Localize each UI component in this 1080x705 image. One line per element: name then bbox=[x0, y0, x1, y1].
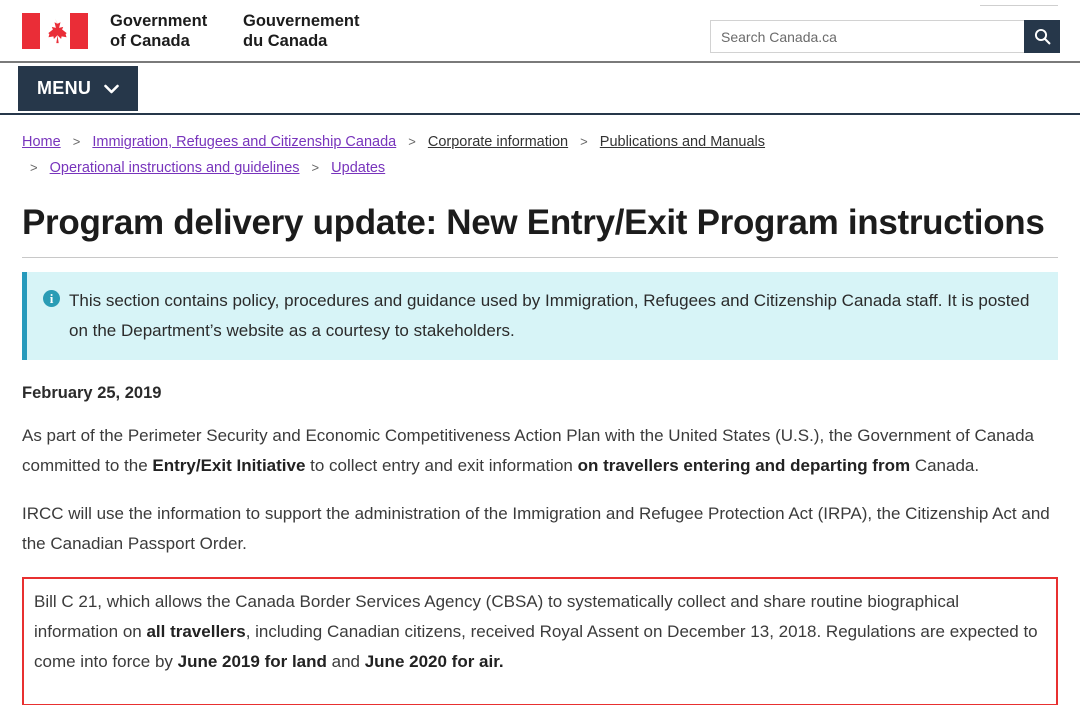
search-bar bbox=[710, 20, 1060, 53]
language-toggle[interactable] bbox=[980, 0, 1058, 6]
paragraph1-bold1: Entry/Exit Initiative bbox=[152, 456, 306, 476]
breadcrumb-separator: > bbox=[580, 134, 588, 149]
info-callout-line1: This section contains policy, procedures… bbox=[69, 291, 943, 311]
breadcrumb-separator: > bbox=[72, 134, 81, 149]
main-content: Program delivery update: New Entry/Exit … bbox=[0, 203, 1080, 705]
page-title: Program delivery update: New Entry/Exit … bbox=[22, 203, 1058, 259]
breadcrumb-item-corporate-information[interactable]: Corporate information bbox=[428, 134, 568, 150]
search-icon bbox=[1034, 28, 1050, 45]
breadcrumb-separator: > bbox=[30, 160, 38, 175]
highlight-bold3: June 2020 for air. bbox=[364, 652, 504, 672]
highlight-part3: and bbox=[326, 652, 365, 672]
info-callout: i This section contains policy, procedur… bbox=[22, 272, 1058, 361]
menu-button-label: MENU bbox=[37, 78, 92, 98]
paragraph1-bold2: on travellers entering and departing fro… bbox=[577, 456, 911, 476]
paragraph1-part3: Canada. bbox=[910, 456, 980, 476]
breadcrumb-separator: > bbox=[408, 134, 416, 149]
brand-en-line2: of Canada bbox=[110, 32, 190, 51]
chevron-down-icon bbox=[104, 84, 120, 93]
paragraph-entry-exit-initiative: As part of the Perimeter Security and Ec… bbox=[22, 421, 1058, 481]
breadcrumb-item-operational-instructions[interactable]: Operational instructions and guidelines bbox=[50, 160, 300, 176]
breadcrumb-item-publications-and-manuals[interactable]: Publications and Manuals bbox=[600, 134, 765, 150]
brand-wordmark: Government of Canada Gouvernement du Can… bbox=[110, 11, 359, 51]
search-button[interactable] bbox=[1024, 20, 1060, 53]
paragraph1-part2: to collect entry and exit information bbox=[305, 456, 578, 476]
info-callout-text: This section contains policy, procedures… bbox=[69, 286, 1040, 346]
canada-flag-icon bbox=[22, 13, 88, 50]
breadcrumb-item-updates[interactable]: Updates bbox=[331, 160, 385, 176]
brand-fr-line2: du Canada bbox=[243, 32, 328, 51]
highlight-bold2: June 2019 for land bbox=[177, 652, 327, 672]
search-input[interactable] bbox=[710, 20, 1024, 53]
highlight-bold1: all travellers bbox=[146, 622, 246, 642]
breadcrumb-separator: > bbox=[311, 160, 320, 175]
paragraph-bill-c21: Bill C 21, which allows the Canada Borde… bbox=[34, 587, 1046, 677]
brand-fr-line1: Gouvernement bbox=[243, 12, 360, 30]
highlighted-bill-c21-box: Bill C 21, which allows the Canada Borde… bbox=[22, 577, 1058, 705]
breadcrumb-item-ircc[interactable]: Immigration, Refugees and Citizenship Ca… bbox=[92, 134, 396, 150]
breadcrumb-item-home[interactable]: Home bbox=[22, 134, 61, 150]
main-menu-bar: MENU bbox=[0, 63, 1080, 115]
publication-date: February 25, 2019 bbox=[22, 384, 162, 403]
menu-button[interactable]: MENU bbox=[18, 66, 139, 111]
breadcrumb: Home > Immigration, Refugees and Citizen… bbox=[0, 115, 1080, 181]
info-icon: i bbox=[43, 290, 60, 308]
paragraph-ircc-legislation: IRCC will use the information to support… bbox=[22, 504, 1050, 554]
brand-en-line1: Government bbox=[110, 12, 208, 30]
site-header: Government of Canada Gouvernement du Can… bbox=[0, 0, 1080, 63]
